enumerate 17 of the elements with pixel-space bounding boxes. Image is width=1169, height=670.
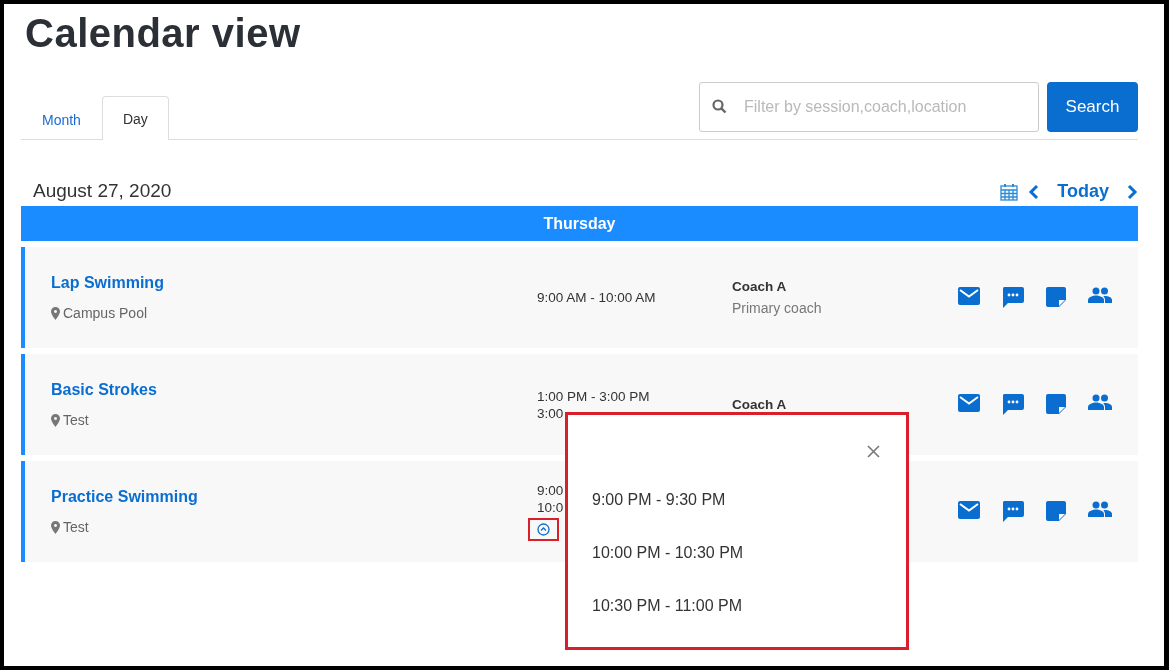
session-time: 9:00 AM - 10:00 AM	[537, 289, 656, 306]
popup-time: 10:00 PM - 10:30 PM	[592, 544, 745, 562]
session-time: 1:00 PM - 3:00 PM	[537, 387, 650, 405]
current-date: August 27, 2020	[33, 180, 172, 202]
day-header: Thursday	[21, 206, 1138, 241]
page-title: Calendar view	[25, 10, 301, 57]
coach-role: Primary coach	[732, 300, 823, 316]
session-time: 10:0	[537, 499, 564, 516]
session-time: 3:00	[537, 404, 564, 422]
session-location: Campus Pool	[63, 305, 148, 321]
coach-name: Coach A	[732, 397, 788, 412]
popup-time: 9:00 PM - 9:30 PM	[592, 491, 727, 509]
session-location: Test	[63, 519, 89, 535]
popup-time: 10:30 PM - 11:00 PM	[592, 597, 743, 615]
session-time: 9:00	[537, 482, 564, 499]
session-location: Test	[63, 412, 89, 428]
coach-name: Coach A	[732, 279, 788, 294]
